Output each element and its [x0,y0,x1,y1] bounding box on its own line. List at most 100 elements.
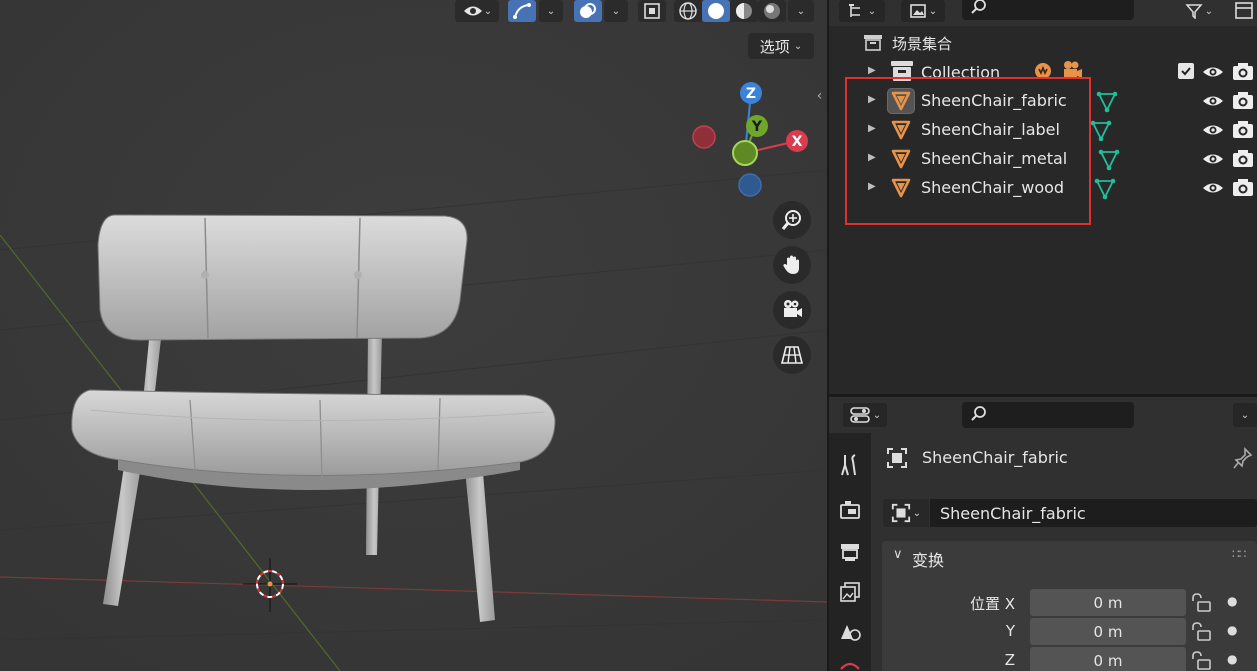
camera-icon [784,300,802,317]
view-layer-tab-icon[interactable] [839,581,861,603]
unlock-icon[interactable] [1190,593,1212,613]
perspective-toggle-button[interactable] [773,336,811,374]
location-x-label: 位置 X [969,595,1015,613]
object-name-value: SheenChair_fabric [940,504,1086,523]
annotation-highlight-box [845,77,1091,225]
visibility-eye-icon[interactable] [1202,64,1224,80]
properties-tabs [829,433,871,671]
unlock-icon[interactable] [1190,622,1212,642]
location-y-field[interactable]: 0 m [1030,618,1186,645]
object-type-dropdown[interactable]: ⌄ [883,499,929,527]
unlock-icon[interactable] [1190,651,1212,671]
display-mode-dropdown[interactable]: ⌄ [839,0,885,22]
keyframe-dot-icon[interactable]: ● [1227,594,1237,608]
mesh-data-icon[interactable] [1097,148,1121,172]
hand-icon [783,255,799,274]
visibility-selector[interactable]: ⌄ [455,0,499,22]
render-camera-icon[interactable] [1232,178,1254,198]
shading-solid[interactable] [702,0,730,22]
render-camera-icon[interactable] [1232,62,1254,82]
chair-seat [71,389,556,477]
outliner-search-input[interactable] [962,0,1134,20]
eye-select-icon [463,6,482,16]
search-icon [971,406,986,421]
gizmo-toggle[interactable] [508,0,536,22]
gizmo-dropdown[interactable]: ⌄ [539,0,563,22]
scene-tab-icon[interactable] [839,621,861,643]
chevron-down-icon: ∨ [893,547,903,562]
visibility-eye-icon[interactable] [1202,93,1224,109]
gizmo-y-label: Y [751,119,763,135]
gizmo-x-label: X [792,134,803,150]
drag-handle-icon[interactable]: ∷∷ [1232,547,1246,561]
mesh-data-icon[interactable] [1089,119,1113,143]
object-title: SheenChair_fabric [922,448,1068,467]
3d-viewport[interactable]: ⌄ ⌄ ⌄ ⌄ 选项 ⌄ ‹ Y Z X [0,0,827,671]
outliner-toolbar: ⌄ ⌄ ⌄ [829,0,1257,26]
render-camera-icon[interactable] [1232,149,1254,169]
pan-button[interactable] [773,246,811,284]
scene-collection-row[interactable]: 场景集合 [829,28,1257,57]
properties-search-input[interactable] [962,402,1134,428]
collection-add-icon [1235,2,1253,19]
location-z-value: 0 m [1093,651,1123,670]
visibility-eye-icon[interactable] [1202,180,1224,196]
zoom-button[interactable] [773,201,811,239]
object-data-icon [887,448,907,468]
image-filter-icon [909,4,926,18]
expand-arrow-icon[interactable]: ▶ [868,65,876,76]
transform-panel: ∨ 变换 ∷∷ 位置 X 0 m ● Y 0 m ● Z 0 m ● [882,541,1257,671]
visibility-eye-icon[interactable] [1202,151,1224,167]
keyframe-dot-icon[interactable]: ● [1227,652,1237,666]
transform-panel-label: 变换 [912,551,945,570]
overlays-icon [580,3,596,18]
editor-type-dropdown[interactable]: ⌄ [843,403,887,427]
location-y-value: 0 m [1093,622,1123,641]
properties-editor-icon [849,407,870,423]
scene-collection-icon [864,35,882,51]
object-name-field[interactable]: SheenChair_fabric [930,499,1257,527]
filter-dropdown[interactable]: ⌄ [1177,0,1221,22]
collection-exclude-checkbox[interactable] [1178,63,1194,79]
render-tab-icon[interactable] [839,499,861,521]
shading-wireframe[interactable] [674,0,702,22]
shading-rendered[interactable] [758,0,786,22]
camera-view-button[interactable] [773,291,811,329]
location-z-field[interactable]: 0 m [1030,647,1186,671]
location-y-label: Y [1005,622,1015,640]
overlays-dropdown[interactable]: ⌄ [604,0,628,22]
gizmo-z-label: Z [746,86,756,102]
visibility-eye-icon[interactable] [1202,122,1224,138]
xray-toggle[interactable] [638,0,666,22]
solid-sphere-icon [708,3,724,19]
wireframe-sphere-icon [679,2,697,20]
shading-dropdown[interactable]: ⌄ [788,0,814,22]
output-tab-icon[interactable] [839,541,861,563]
properties-options-dropdown[interactable]: ⌄ [1233,403,1257,427]
location-x-field[interactable]: 0 m [1030,589,1186,616]
outliner-tree-icon [848,4,860,17]
keyframe-dot-icon[interactable]: ● [1227,623,1237,637]
mesh-data-icon[interactable] [1093,177,1117,201]
gizmo-icon [513,3,531,19]
object-data-icon [891,503,910,523]
grid-perspective-icon [780,346,804,364]
render-camera-icon[interactable] [1232,120,1254,140]
chevron-down-icon: ⌄ [793,40,803,52]
mesh-data-icon[interactable] [1095,90,1119,114]
render-camera-icon[interactable] [1232,91,1254,111]
pin-icon[interactable] [1233,447,1253,469]
new-collection-button[interactable] [1233,0,1257,22]
options-dropdown[interactable]: 选项 ⌄ [748,33,814,59]
options-label: 选项 [759,37,790,56]
rendered-sphere-icon [764,3,780,19]
transform-panel-header[interactable]: ∨ 变换 ∷∷ [882,541,1257,573]
world-tab-icon[interactable] [839,659,861,671]
xray-icon [644,3,660,19]
overlays-toggle[interactable] [574,0,602,22]
location-x-value: 0 m [1093,593,1123,612]
navigation-gizmo[interactable]: Y Z X [685,75,815,205]
filter-view-dropdown[interactable]: ⌄ [901,0,945,22]
tool-tab-icon[interactable] [839,453,861,477]
shading-material[interactable] [730,0,758,22]
